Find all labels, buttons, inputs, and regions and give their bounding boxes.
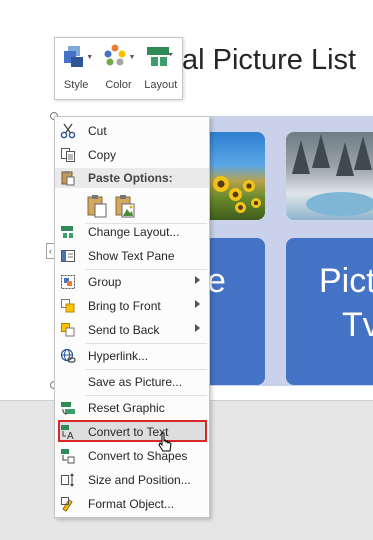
paste-keep-formatting-button[interactable] (86, 193, 108, 219)
menu-item-group[interactable]: Group (55, 270, 209, 294)
smartart-text-box-2[interactable]: Pict Tv (286, 238, 373, 385)
context-menu: Cut Copy Paste Options: Change Layout...… (54, 116, 210, 518)
color-button[interactable]: ▼ Color (97, 38, 139, 99)
reset-graphic-icon (60, 400, 76, 416)
menu-item-send-to-back-label: Send to Back (88, 323, 160, 337)
menu-item-size-and-position[interactable]: Size and Position... (55, 468, 209, 492)
submenu-arrow-icon (195, 300, 200, 308)
style-icon: ▼ (59, 44, 93, 70)
menu-item-reset-graphic-label: Reset Graphic (88, 401, 165, 415)
svg-text:A: A (67, 431, 74, 440)
sunflower-picture[interactable] (205, 132, 265, 220)
mini-toolbar: ▼ Style ▼ Color Layout (54, 37, 183, 100)
paste-clipboard-icon (87, 195, 107, 218)
menu-item-hyperlink-label: Hyperlink... (88, 349, 149, 363)
menu-item-group-label: Group (88, 275, 122, 289)
menu-item-save-as-picture-label: Save as Picture... (88, 375, 183, 389)
smartart-text-box-2-line1: Pict (319, 262, 373, 300)
menu-item-show-text-pane[interactable]: Show Text Pane (55, 244, 209, 268)
menu-item-bring-to-front[interactable]: Bring to Front (55, 294, 209, 318)
scissors-icon (60, 123, 76, 139)
menu-item-cut-label: Cut (88, 124, 107, 138)
bring-to-front-icon (60, 298, 76, 314)
layout-icon (144, 44, 178, 70)
menu-item-change-layout-label: Change Layout... (88, 225, 180, 239)
menu-item-hyperlink[interactable]: Hyperlink... (55, 344, 209, 368)
hyperlink-globe-icon (60, 348, 76, 364)
submenu-arrow-icon (195, 324, 200, 332)
text-pane-icon (60, 248, 76, 264)
layout-label: Layout (144, 79, 178, 91)
menu-item-show-text-pane-label: Show Text Pane (88, 249, 175, 263)
style-label: Style (63, 79, 89, 91)
menu-item-size-and-position-label: Size and Position... (88, 473, 191, 487)
menu-item-bring-to-front-label: Bring to Front (88, 299, 161, 313)
paste-options-label: Paste Options: (88, 171, 173, 185)
paste-picture-icon (115, 195, 135, 218)
menu-item-convert-to-text-label: Convert to Text (88, 425, 169, 439)
mouse-pointer-icon (158, 432, 174, 454)
color-label: Color (105, 79, 132, 91)
layout-button[interactable]: Layout (140, 38, 182, 99)
color-palette-icon: ▼ (101, 44, 135, 70)
menu-item-cut[interactable]: Cut (55, 119, 209, 143)
menu-item-send-to-back[interactable]: Send to Back (55, 318, 209, 342)
convert-to-shapes-icon (60, 448, 76, 464)
paste-as-picture-button[interactable] (114, 193, 136, 219)
menu-item-save-as-picture[interactable]: Save as Picture... (55, 370, 209, 394)
menu-item-format-object-label: Format Object... (88, 497, 175, 511)
menu-item-reset-graphic[interactable]: Reset Graphic (55, 396, 209, 420)
menu-item-copy[interactable]: Copy (55, 143, 209, 167)
menu-item-convert-to-shapes[interactable]: Convert to Shapes (55, 444, 209, 468)
group-icon (60, 274, 76, 290)
copy-icon (60, 147, 76, 163)
smartart-text-box-1[interactable]: e (205, 238, 265, 385)
convert-to-text-icon: A (60, 424, 76, 442)
clipboard-icon (60, 170, 76, 186)
slide-title[interactable]: al Picture List (182, 44, 356, 77)
paste-options-header: Paste Options: (55, 168, 209, 188)
style-button[interactable]: ▼ Style (55, 38, 97, 99)
menu-item-copy-label: Copy (88, 148, 117, 162)
format-object-icon (60, 496, 76, 512)
size-and-position-icon (60, 472, 76, 488)
menu-item-change-layout[interactable]: Change Layout... (55, 220, 209, 244)
send-to-back-icon (60, 322, 76, 338)
winter-river-picture[interactable] (286, 132, 373, 220)
submenu-arrow-icon (195, 276, 200, 284)
smartart-text-box-2-line2: Tv (342, 306, 373, 344)
change-layout-icon (60, 224, 76, 240)
menu-item-format-object[interactable]: Format Object... (55, 492, 209, 516)
menu-item-convert-to-text[interactable]: A Convert to Text (55, 420, 209, 444)
